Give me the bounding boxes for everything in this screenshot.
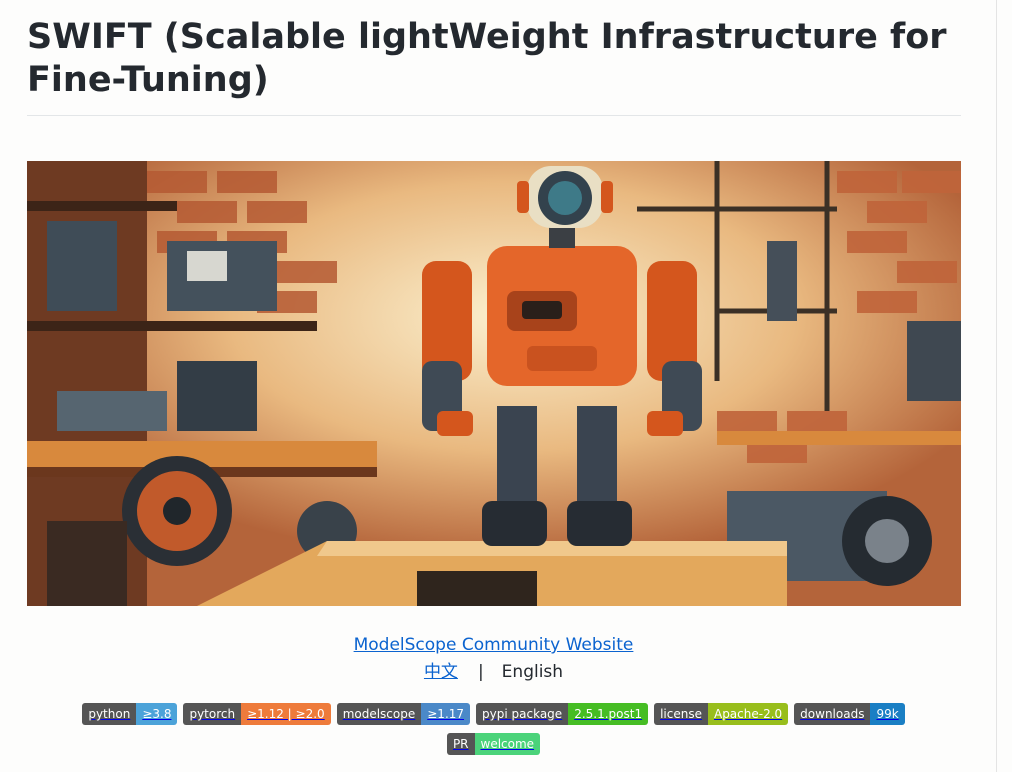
language-switcher: 中文 | English — [0, 660, 987, 684]
language-current-en: English — [501, 662, 564, 682]
badges-row: python ≥3.8 pytorch ≥1.12 | ≥2.0 modelscop… — [0, 703, 987, 725]
language-link-zh[interactable]: 中文 — [424, 662, 458, 682]
scrollbar-divider — [996, 0, 997, 772]
page-title: SWIFT (Scalable lightWeight Infrastructu… — [27, 17, 947, 100]
badge-license[interactable]: license Apache-2.0 — [654, 703, 789, 725]
badge-pypi-package[interactable]: pypi package 2.5.1.post1 — [476, 703, 649, 725]
modelscope-community-link[interactable]: ModelScope Community Website — [354, 635, 634, 655]
badge-pytorch[interactable]: pytorch ≥1.12 | ≥2.0 — [183, 703, 331, 725]
badge-python[interactable]: python ≥3.8 — [82, 703, 178, 725]
badge-pr[interactable]: PR welcome — [446, 733, 541, 755]
badges-row-2: PR welcome — [0, 733, 987, 755]
title-divider — [27, 115, 961, 116]
hero-image — [27, 161, 961, 606]
badge-modelscope[interactable]: modelscope ≥1.17 — [336, 703, 471, 725]
language-separator: | — [477, 662, 484, 682]
badge-downloads[interactable]: downloads 99k — [794, 703, 905, 725]
community-link-row: ModelScope Community Website — [0, 633, 987, 657]
